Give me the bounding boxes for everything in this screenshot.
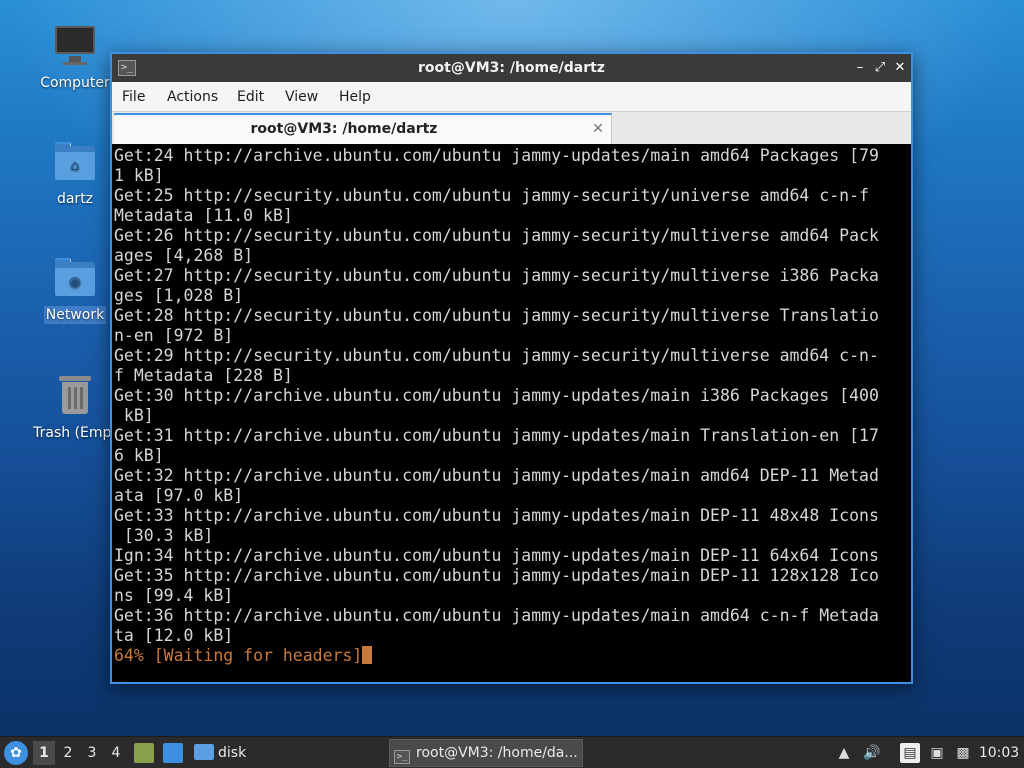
progress-text: 64% [Waiting for headers] [114, 646, 363, 665]
network-tray-icon[interactable]: ▣ [927, 743, 947, 763]
tab-terminal[interactable]: root@VM3: /home/dartz ✕ [114, 113, 612, 144]
window-titlebar[interactable]: >_ root@VM3: /home/dartz – ⤢ ✕ [112, 54, 911, 82]
terminal-line: ages [4,268 B] [114, 246, 254, 265]
terminal-line: Get:27 http://security.ubuntu.com/ubuntu… [114, 266, 879, 285]
volume-icon[interactable]: 🔊 [862, 743, 882, 763]
menu-file[interactable]: File [122, 82, 145, 112]
screen-tray-icon[interactable]: ▩ [953, 743, 973, 763]
tab-close-button[interactable]: ✕ [588, 119, 608, 139]
terminal-line: Get:25 http://security.ubuntu.com/ubuntu… [114, 186, 869, 205]
trash-icon [53, 374, 97, 418]
terminal-line: 6 kB] [114, 446, 164, 465]
task-label: root@VM3: /home/da... [416, 745, 578, 761]
terminal-line: Get:36 http://archive.ubuntu.com/ubuntu … [114, 606, 879, 625]
workspace-2[interactable]: 2 [57, 741, 79, 765]
clock[interactable]: 10:03 [974, 737, 1024, 768]
terminal-line: Get:31 http://archive.ubuntu.com/ubuntu … [114, 426, 879, 445]
terminal-line: Get:28 http://security.ubuntu.com/ubuntu… [114, 306, 879, 325]
tab-bar: root@VM3: /home/dartz ✕ [112, 112, 911, 144]
terminal-line: Get:32 http://archive.ubuntu.com/ubuntu … [114, 466, 879, 485]
terminal-line: n-en [972 B] [114, 326, 234, 345]
terminal-line: Get:26 http://security.ubuntu.com/ubuntu… [114, 226, 879, 245]
terminal-line: ata [97.0 kB] [114, 486, 244, 505]
menu-help[interactable]: Help [339, 82, 371, 112]
terminal-line: f Metadata [228 B] [114, 366, 293, 385]
workspace-4[interactable]: 4 [105, 741, 127, 765]
terminal-output[interactable]: Get:24 http://archive.ubuntu.com/ubuntu … [114, 146, 909, 681]
tab-label: root@VM3: /home/dartz [250, 121, 438, 137]
terminal-line: kB] [114, 406, 154, 425]
taskbar: ✿ 1 2 3 4 disk >_ root@VM3: /home/da... ▲… [0, 736, 1024, 768]
terminal-line: ges [1,028 B] [114, 286, 244, 305]
taskbar-disk-folder[interactable]: disk [194, 741, 246, 765]
terminal-task-icon: >_ [394, 750, 410, 764]
start-menu-button[interactable]: ✿ [4, 741, 28, 765]
clipboard-icon[interactable]: ▤ [900, 743, 920, 763]
menu-actions[interactable]: Actions [167, 82, 218, 112]
terminal-line: [30.3 kB] [114, 526, 214, 545]
close-button[interactable]: ✕ [890, 58, 910, 78]
menu-view[interactable]: View [285, 82, 318, 112]
terminal-line: Get:35 http://archive.ubuntu.com/ubuntu … [114, 566, 879, 585]
terminal-line: Ign:34 http://archive.ubuntu.com/ubuntu … [114, 546, 879, 565]
desktop-icon-label: Network [43, 306, 107, 324]
show-desktop-icon[interactable] [163, 743, 183, 763]
minimize-button[interactable]: – [850, 58, 870, 78]
terminal-window: >_ root@VM3: /home/dartz – ⤢ ✕ File Acti… [110, 52, 913, 684]
terminal-cursor [362, 646, 373, 664]
terminal-line: 1 kB] [114, 166, 164, 185]
file-manager-launcher-icon[interactable] [134, 743, 154, 763]
folder-icon [194, 744, 214, 760]
desktop-icon-label: Trash (Empt [33, 425, 117, 441]
terminal-line: Metadata [11.0 kB] [114, 206, 293, 225]
menu-edit[interactable]: Edit [237, 82, 264, 112]
workspace-3[interactable]: 3 [81, 741, 103, 765]
terminal-line: Get:29 http://security.ubuntu.com/ubuntu… [114, 346, 879, 365]
workspace-1[interactable]: 1 [33, 741, 55, 765]
terminal-line: Get:33 http://archive.ubuntu.com/ubuntu … [114, 506, 879, 525]
terminal-line: ta [12.0 kB] [114, 626, 234, 645]
network-folder-icon: ◉ [53, 256, 97, 300]
upload-icon[interactable]: ▲ [834, 743, 854, 763]
computer-icon [53, 24, 97, 68]
taskbar-task-terminal[interactable]: >_ root@VM3: /home/da... [389, 739, 583, 767]
desktop-icon-label: Computer [40, 75, 110, 91]
home-folder-icon: ⌂ [53, 140, 97, 184]
menu-bar: File Actions Edit View Help [112, 82, 911, 112]
terminal-line: Get:24 http://archive.ubuntu.com/ubuntu … [114, 146, 879, 165]
desktop-icon-label: dartz [56, 191, 94, 207]
window-title: root@VM3: /home/dartz [418, 60, 605, 76]
terminal-progress-line: 64% [Waiting for headers] [114, 646, 909, 666]
terminal-line: Get:30 http://archive.ubuntu.com/ubuntu … [114, 386, 879, 405]
terminal-line: ns [99.4 kB] [114, 586, 234, 605]
disk-label: disk [218, 745, 247, 761]
maximize-button[interactable]: ⤢ [870, 58, 890, 78]
